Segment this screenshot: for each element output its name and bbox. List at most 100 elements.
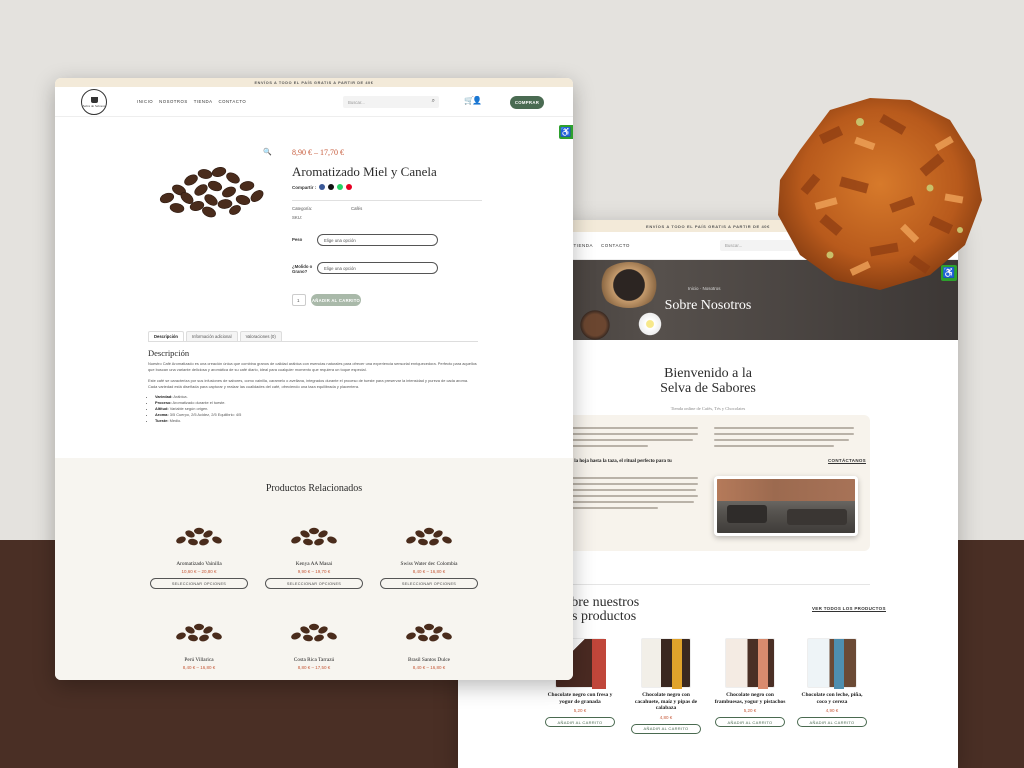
- whatsapp-icon[interactable]: [337, 184, 344, 190]
- site-header: Selva de Sabores INICIO NOSOTROS TIENDA …: [55, 87, 573, 117]
- product-image[interactable]: [641, 638, 691, 689]
- weight-label: Peso: [292, 237, 303, 242]
- divider: [292, 200, 482, 201]
- list-item: Tueste: Medio.: [155, 418, 241, 424]
- text-line: [714, 427, 854, 429]
- zoom-icon[interactable]: 🔍: [263, 148, 272, 156]
- product-price: 8,40 € – 16,80 €: [182, 665, 216, 670]
- product-name[interactable]: Perú Villarica: [149, 657, 249, 663]
- nav-item-tienda[interactable]: TIENDA: [194, 99, 213, 104]
- nav-item-inicio[interactable]: INICIO: [137, 99, 153, 104]
- facebook-icon[interactable]: [319, 184, 326, 190]
- product-name[interactable]: Brasil Santos Dulce: [379, 657, 479, 663]
- related-product-card: Swiss Water deс Colombia 8,40 € – 16,80 …: [379, 524, 479, 589]
- product-price: 4,90 €: [825, 708, 839, 713]
- nav-item-nosotros[interactable]: NOSOTROS: [159, 99, 188, 104]
- related-product-card: Kenya AA Masai 9,90 € – 19,70 € SELECCIO…: [264, 524, 364, 589]
- text-line: [568, 507, 658, 509]
- product-name[interactable]: Chocolate negro con fresa y yogur de gra…: [544, 692, 616, 705]
- grind-label: ¿Molido o Grano?: [292, 264, 313, 274]
- contact-link[interactable]: CONTÁCTANOS: [828, 458, 866, 464]
- pinterest-icon[interactable]: [346, 184, 353, 190]
- shipping-banner: ENVÍOS A TODO EL PAÍS GRATIS A PARTIR DE…: [55, 78, 573, 87]
- product-name[interactable]: Costa Rica Tarrazú: [264, 657, 364, 663]
- site-logo[interactable]: Selva de Sabores: [81, 89, 107, 115]
- related-product-card: Perú Villarica 8,40 € – 16,80 €: [149, 620, 249, 670]
- description-paragraph-1: Nuestro Café Aromatizado es una creación…: [148, 361, 477, 372]
- product-name[interactable]: Chocolate negro con frambuesas, yogur y …: [714, 692, 786, 705]
- product-title: Aromatizado Miel y Canela: [292, 164, 437, 179]
- price-range: 8,90 € – 17,70 €: [292, 148, 344, 157]
- product-name[interactable]: Chocolate con leche, piña, coco y cereza: [796, 692, 868, 705]
- breadcrumb: Inicio · Nosotros: [688, 286, 721, 291]
- product-price: 5,20 €: [573, 708, 587, 713]
- category-value[interactable]: Cafés: [351, 206, 362, 211]
- product-image[interactable]: [403, 524, 455, 548]
- product-price: 8,40 € – 16,80 €: [412, 569, 446, 574]
- select-options-button[interactable]: SELECCIONAR OPCIONES: [380, 578, 478, 589]
- flower-image: [636, 310, 664, 338]
- nav-item-tienda[interactable]: TIENDA: [574, 243, 594, 248]
- text-line: [568, 501, 694, 503]
- tab-additional-info[interactable]: Información adicional: [185, 331, 238, 341]
- share-row: Compartir :: [292, 184, 353, 190]
- text-line: [714, 445, 834, 447]
- product-image[interactable]: [173, 620, 225, 644]
- product-image[interactable]: [725, 638, 775, 689]
- text-line: [714, 439, 849, 441]
- text-line: [568, 489, 696, 491]
- product-name[interactable]: Chocolate negro con cacahuete, maíz y pi…: [630, 692, 702, 712]
- search-icon[interactable]: ⌕: [432, 98, 435, 105]
- add-to-cart-button[interactable]: AÑADIR AL CARRITO: [797, 717, 867, 727]
- tab-underline: [148, 341, 478, 342]
- add-to-cart-button[interactable]: AÑADIR AL CARRITO: [715, 717, 785, 727]
- text-line: [568, 483, 698, 485]
- product-name[interactable]: Swiss Water deс Colombia: [379, 561, 479, 567]
- product-price: 8,80 € – 17,50 €: [297, 665, 331, 670]
- add-to-cart-button[interactable]: AÑADIR AL CARRITO: [545, 717, 615, 727]
- text-line: [568, 495, 698, 497]
- accessibility-icon[interactable]: ♿: [559, 125, 573, 139]
- user-icon[interactable]: 👤: [472, 96, 482, 105]
- coffee-cup-icon: [90, 96, 98, 103]
- section-divider: [558, 584, 870, 585]
- add-to-cart-button[interactable]: AÑADIR AL CARRITO: [311, 294, 361, 306]
- add-to-cart-button[interactable]: AÑADIR AL CARRITO: [631, 723, 701, 734]
- dried-fruit-tea-image: [778, 98, 982, 290]
- nav-item-contacto[interactable]: CONTACTO: [219, 99, 247, 104]
- tab-reviews[interactable]: Valoraciones (0): [239, 331, 282, 341]
- grind-select[interactable]: Elige una opción: [317, 262, 438, 274]
- product-tabs: Descripción Información adicional Valora…: [148, 331, 282, 341]
- search-input[interactable]: Buscar... ⌕: [343, 96, 439, 108]
- related-product-card: Brasil Santos Dulce 8,40 € – 16,80 €: [379, 620, 479, 670]
- comprar-button[interactable]: COMPRAR: [510, 96, 544, 109]
- sku-label: SKU:: [292, 215, 303, 220]
- product-card: Chocolate negro con cacahuete, maíz y pi…: [630, 638, 702, 734]
- view-all-products-link[interactable]: VER TODOS LOS PRODUCTOS: [812, 606, 886, 612]
- tab-description[interactable]: Descripción: [148, 331, 184, 341]
- product-image[interactable]: [288, 620, 340, 644]
- text-line: [568, 445, 648, 447]
- quantity-input[interactable]: 1: [292, 294, 306, 306]
- product-price: 8,40 € – 16,80 €: [412, 665, 446, 670]
- text-line: [568, 439, 693, 441]
- search-placeholder: Buscar...: [348, 99, 365, 105]
- product-name[interactable]: Kenya AA Masai: [264, 561, 364, 567]
- nav-item-contacto[interactable]: CONTACTO: [601, 243, 630, 248]
- text-line: [568, 477, 698, 479]
- product-image[interactable]: [403, 620, 455, 644]
- product-image[interactable]: [288, 524, 340, 548]
- related-title: Productos Relacionados: [265, 483, 363, 494]
- mission-heading: de la hoja hasta la taza, el ritual perf…: [568, 459, 672, 464]
- related-product-card: Costa Rica Tarrazú 8,80 € – 17,50 €: [264, 620, 364, 670]
- select-options-button[interactable]: SELECCIONAR OPCIONES: [150, 578, 248, 589]
- weight-select[interactable]: Elige una opción: [317, 234, 438, 246]
- category-label: Categoría:: [292, 206, 313, 211]
- logo-text: Selva de Sabores: [82, 103, 106, 108]
- select-options-button[interactable]: SELECCIONAR OPCIONES: [265, 578, 363, 589]
- product-image[interactable]: [147, 158, 271, 218]
- product-image[interactable]: [807, 638, 857, 689]
- x-twitter-icon[interactable]: [328, 184, 335, 190]
- product-name[interactable]: Aromatizado Vainilla: [149, 561, 249, 567]
- product-image[interactable]: [173, 524, 225, 548]
